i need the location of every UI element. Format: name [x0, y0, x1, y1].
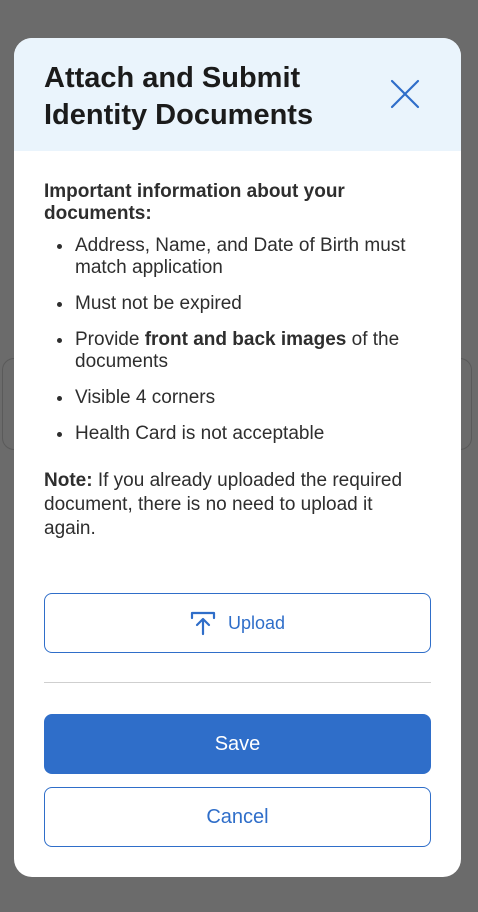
- document-upload-dialog: Attach and Submit Identity Documents Imp…: [14, 38, 461, 877]
- upload-label: Upload: [227, 612, 286, 633]
- list-item: Health Card is not acceptable: [44, 423, 431, 445]
- note-label: Note:: [44, 470, 93, 491]
- cancel-button[interactable]: Cancel: [44, 787, 431, 847]
- dialog-header: Attach and Submit Identity Documents: [14, 38, 461, 151]
- close-button[interactable]: [389, 78, 421, 110]
- requirement-text: Health Card is not acceptable: [75, 423, 325, 444]
- list-item: Address, Name, and Date of Birth must ma…: [44, 235, 431, 279]
- info-heading: Important information about your documen…: [44, 181, 345, 224]
- dialog-title: Attach and Submit Identity Documents: [44, 62, 314, 131]
- upload-button[interactable]: Upload: [44, 593, 431, 653]
- requirement-emphasis: front and back images: [144, 329, 347, 350]
- note-text: If you already uploaded the required doc…: [44, 470, 403, 539]
- requirement-text: Visible 4 corners: [75, 387, 216, 408]
- requirement-text: Must not be expired: [75, 293, 242, 314]
- note-paragraph: Note: If you already uploaded the requir…: [44, 469, 429, 541]
- requirements-list: Address, Name, and Date of Birth must ma…: [44, 235, 431, 445]
- requirement-text: Address, Name, and Date of Birth must ma…: [75, 235, 406, 278]
- list-item: Provide front and back images of the doc…: [44, 329, 431, 373]
- dialog-body: Important information about your documen…: [14, 151, 461, 541]
- list-item: Must not be expired: [44, 293, 431, 315]
- close-icon: [390, 79, 420, 109]
- upload-icon: [190, 611, 216, 636]
- save-button[interactable]: Save: [44, 714, 431, 774]
- divider: [44, 682, 431, 683]
- list-item: Visible 4 corners: [44, 387, 431, 409]
- requirement-text: Provide: [75, 329, 145, 350]
